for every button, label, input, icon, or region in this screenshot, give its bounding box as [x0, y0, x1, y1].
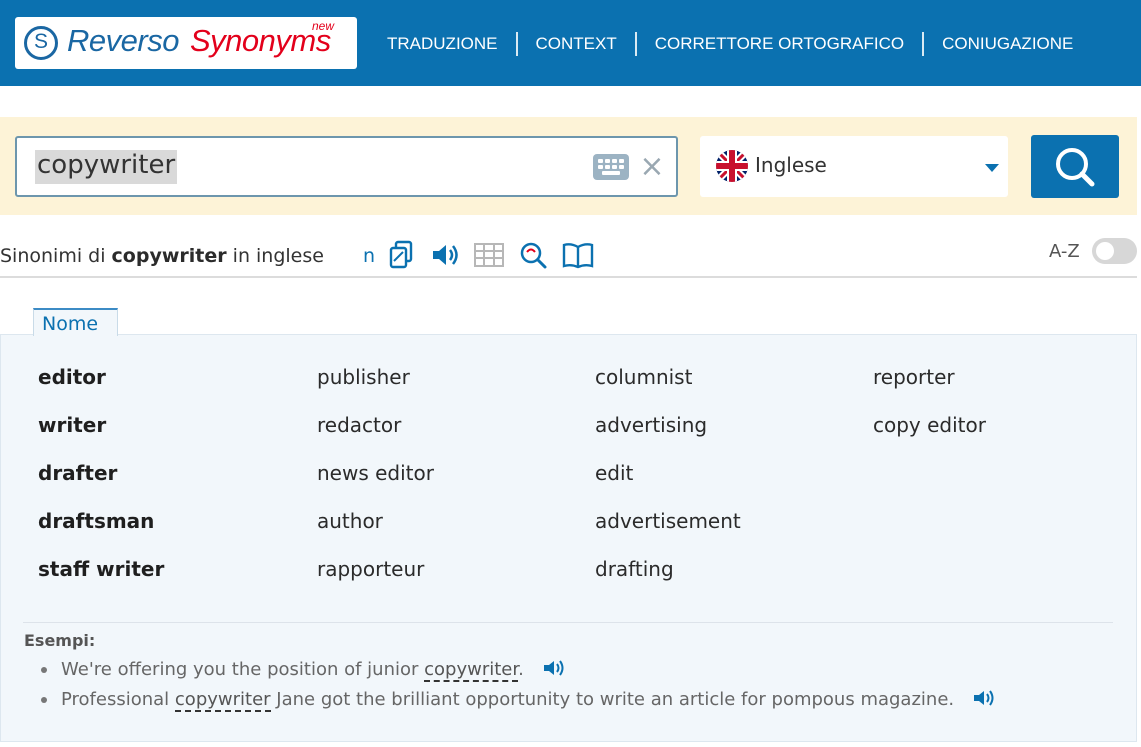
- synonym-link[interactable]: columnist: [595, 365, 741, 413]
- example-highlight[interactable]: copywriter: [424, 659, 519, 682]
- table-icon[interactable]: [473, 239, 505, 271]
- toggle-knob: [1096, 242, 1114, 260]
- examples-title: Esempi:: [24, 631, 96, 650]
- synonyms-column: columnist advertising edit advertisement…: [595, 365, 741, 605]
- speaker-icon[interactable]: [429, 239, 461, 271]
- example-text: We're offering you the position of junio…: [61, 659, 425, 680]
- tab-label: Nome: [42, 313, 99, 335]
- synonyms-heading: Sinonimi di copywriter in inglese: [0, 245, 324, 267]
- example-text: .: [518, 659, 524, 680]
- language-label: Inglese: [755, 153, 827, 177]
- reverso-synonyms-logo[interactable]: S Reverso Synonyms new: [15, 17, 357, 69]
- logo-product: Synonyms: [190, 23, 331, 58]
- logo-s-icon: S: [24, 26, 58, 60]
- examples-divider: [23, 622, 1113, 623]
- nav-traduzione[interactable]: TRADUZIONE: [369, 34, 516, 54]
- nav-coniugazione[interactable]: CONIUGAZIONE: [924, 34, 1091, 54]
- search-input[interactable]: copywriter: [35, 150, 178, 184]
- search-icon: [1056, 148, 1095, 187]
- tab-nome[interactable]: Nome: [33, 308, 118, 336]
- close-icon[interactable]: ×: [637, 148, 667, 186]
- results-toolbar: Sinonimi di copywriter in inglese n A-Z: [0, 235, 1141, 277]
- search-zoom-icon[interactable]: [517, 239, 549, 271]
- nav-separator: [515, 32, 518, 56]
- example-text: Jane got the brilliant opportunity to wr…: [270, 689, 955, 710]
- book-icon[interactable]: [562, 239, 594, 271]
- example-sentence: We're offering you the position of junio…: [41, 658, 996, 688]
- synonym-link[interactable]: rapporteur: [317, 557, 434, 605]
- speaker-icon[interactable]: [972, 688, 996, 708]
- az-sort-label: A-Z: [1049, 241, 1080, 262]
- synonym-link[interactable]: copy editor: [873, 413, 986, 461]
- synonym-link[interactable]: reporter: [873, 365, 986, 413]
- synonym-link[interactable]: staff writer: [38, 557, 164, 605]
- chevron-down-icon: [985, 164, 999, 172]
- synonyms-panel: editor writer drafter draftsman staff wr…: [0, 334, 1137, 742]
- nav-separator: [922, 32, 925, 56]
- synonyms-column: publisher redactor news editor author ra…: [317, 365, 434, 605]
- synonym-link[interactable]: editor: [38, 365, 164, 413]
- heading-prefix: Sinonimi di: [0, 245, 112, 267]
- uk-flag-icon: [716, 150, 748, 182]
- synonym-link[interactable]: publisher: [317, 365, 434, 413]
- synonym-link[interactable]: writer: [38, 413, 164, 461]
- toolbar-divider: [0, 276, 1137, 278]
- nav-separator: [634, 32, 637, 56]
- synonym-link[interactable]: advertisement: [595, 509, 741, 557]
- keyboard-icon[interactable]: [593, 154, 629, 180]
- example-text: Professional: [61, 689, 175, 710]
- search-input-wrap[interactable]: copywriter ×: [15, 136, 678, 197]
- synonym-link[interactable]: drafting: [595, 557, 741, 605]
- top-header: S Reverso Synonyms new TRADUZIONE CONTEX…: [0, 0, 1141, 86]
- synonyms-column: editor writer drafter draftsman staff wr…: [38, 365, 164, 605]
- example-sentence: Professional copywriter Jane got the bri…: [41, 688, 996, 718]
- speaker-icon[interactable]: [542, 658, 566, 678]
- synonym-link[interactable]: redactor: [317, 413, 434, 461]
- copy-icon[interactable]: [387, 239, 419, 271]
- nav-correttore-ortografico[interactable]: CORRETTORE ORTOGRAFICO: [637, 34, 922, 54]
- search-band: copywriter × Inglese: [0, 117, 1137, 215]
- synonyms-column: reporter copy editor: [873, 365, 986, 461]
- synonym-link[interactable]: draftsman: [38, 509, 164, 557]
- examples-list: We're offering you the position of junio…: [41, 658, 996, 718]
- heading-word: copywriter: [111, 245, 227, 267]
- heading-suffix: in inglese: [226, 245, 324, 267]
- part-of-speech-n[interactable]: n: [363, 245, 375, 267]
- nav-context[interactable]: CONTEXT: [518, 34, 635, 54]
- logo-brand: Reverso: [67, 23, 179, 58]
- synonym-link[interactable]: news editor: [317, 461, 434, 509]
- language-select[interactable]: Inglese: [700, 136, 1008, 197]
- main-nav: TRADUZIONE CONTEXT CORRETTORE ORTOGRAFIC…: [369, 32, 1091, 56]
- az-sort-toggle[interactable]: [1092, 238, 1137, 264]
- synonym-link[interactable]: edit: [595, 461, 741, 509]
- logo-new-badge: new: [312, 19, 335, 33]
- synonym-link[interactable]: advertising: [595, 413, 741, 461]
- synonym-link[interactable]: drafter: [38, 461, 164, 509]
- example-highlight[interactable]: copywriter: [174, 689, 271, 712]
- search-button[interactable]: [1031, 135, 1119, 198]
- synonym-link[interactable]: author: [317, 509, 434, 557]
